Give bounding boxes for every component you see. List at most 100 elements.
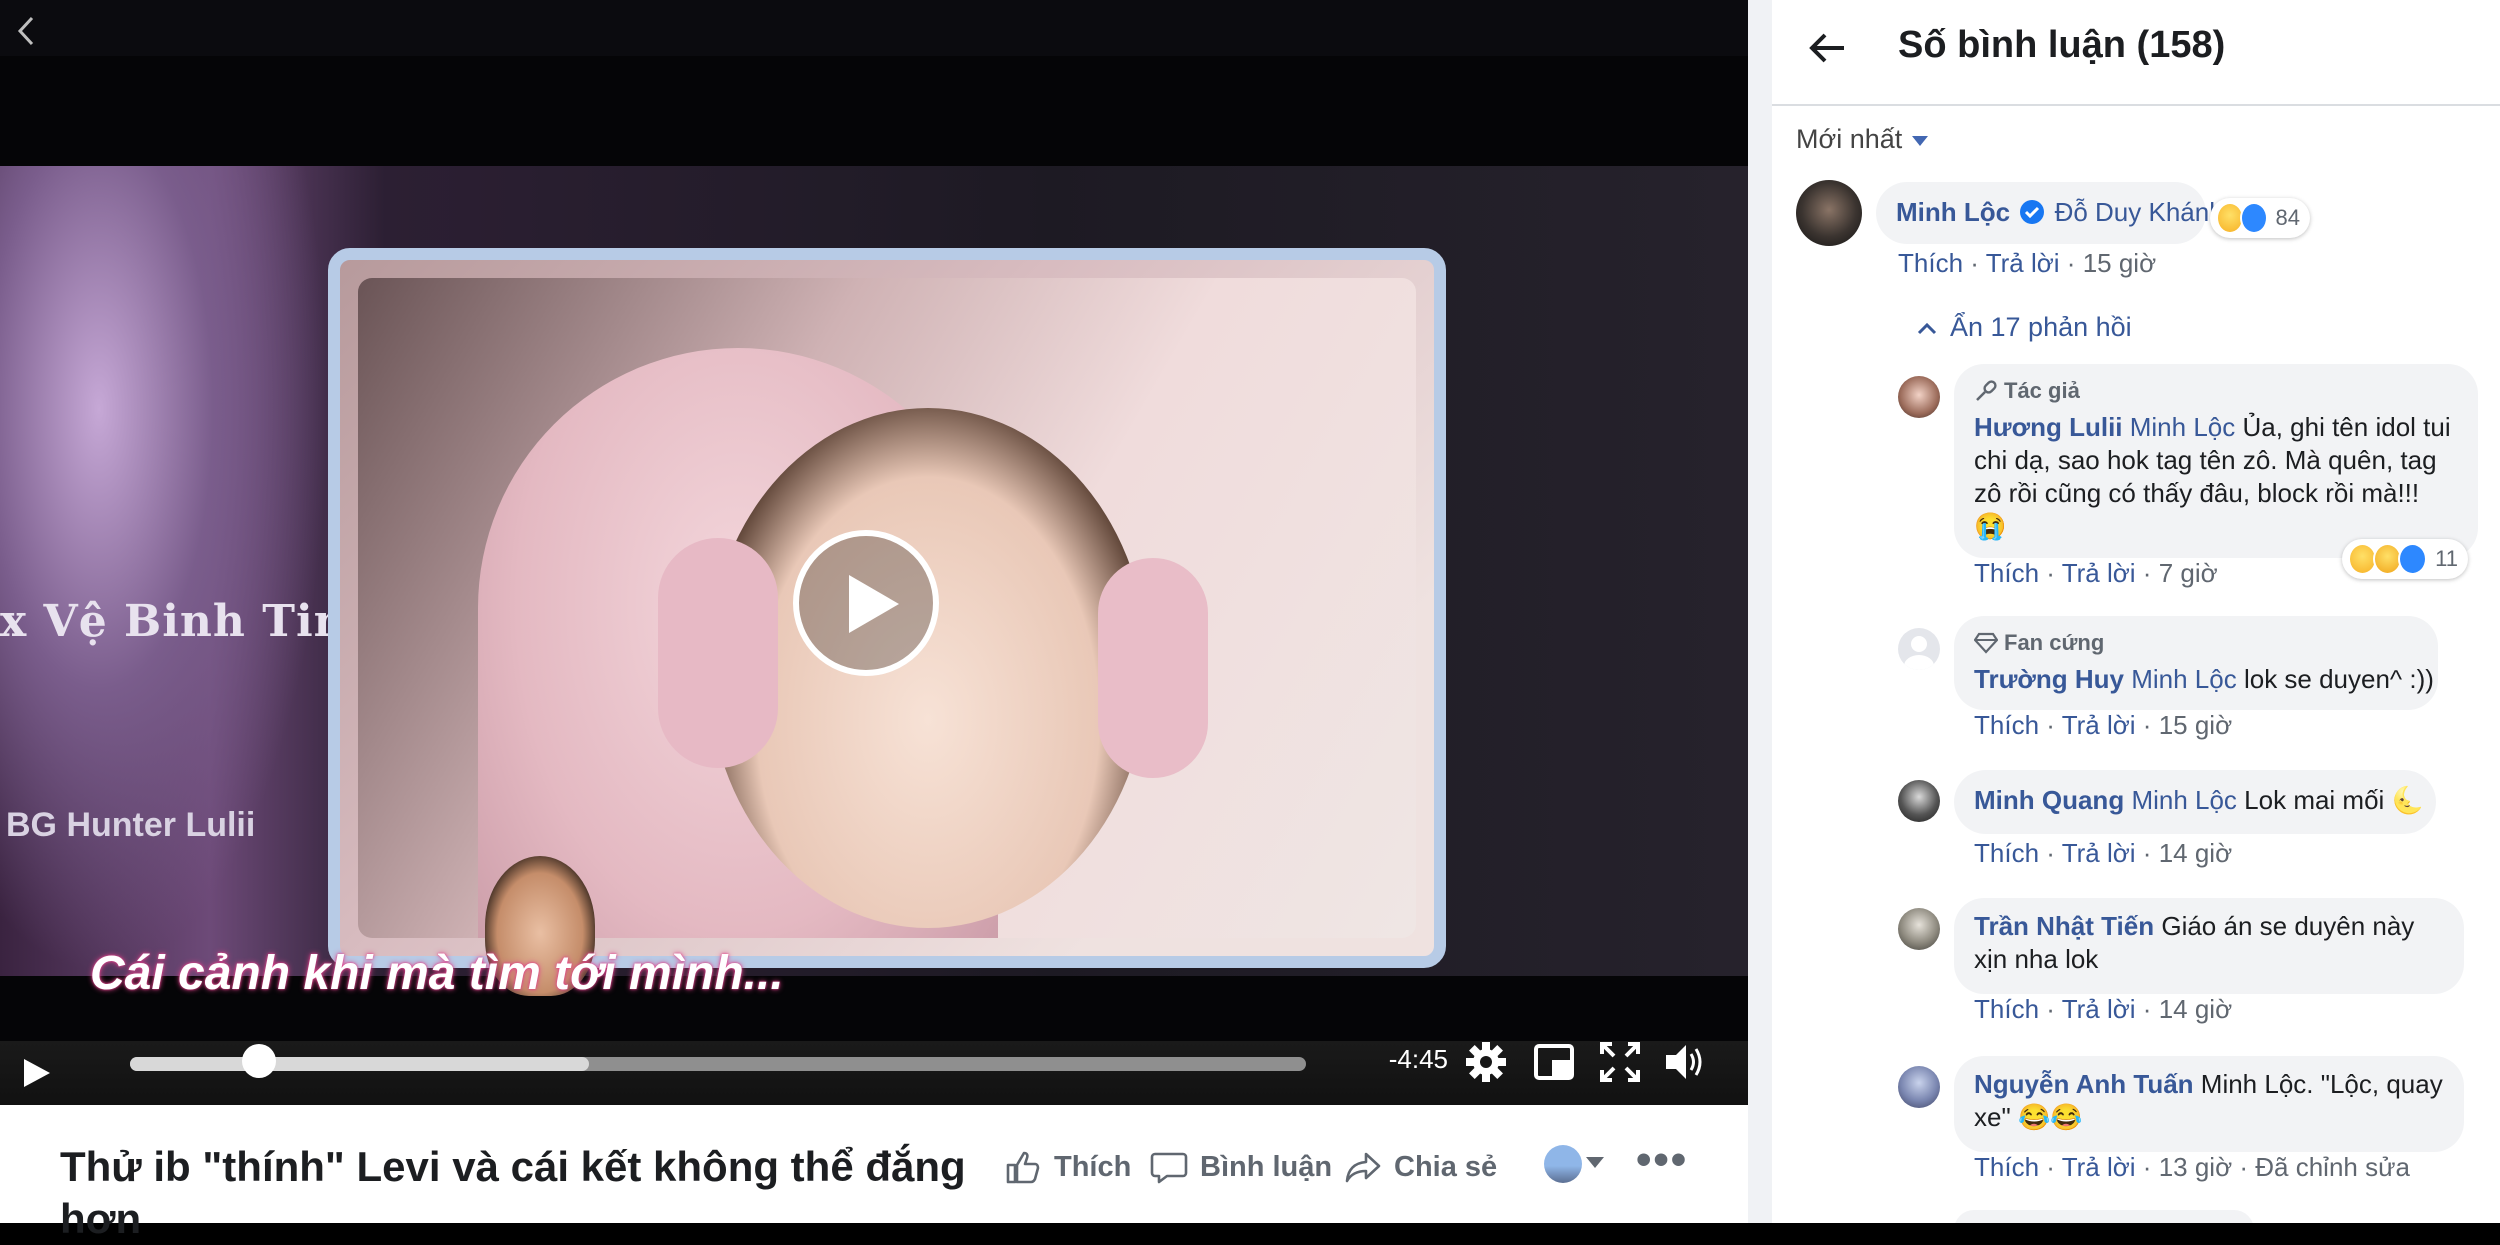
play-icon — [849, 575, 899, 633]
comment-author[interactable]: Trường Huy — [1974, 664, 2124, 694]
like-link[interactable]: Thích — [1974, 994, 2039, 1024]
video-frame[interactable]: x Vệ Binh Tinh BG Hunter Lulii Cái cảnh … — [0, 56, 1748, 1046]
like-link[interactable]: Thích — [1974, 558, 2039, 588]
progress-bar[interactable] — [130, 1057, 1306, 1071]
gear-icon[interactable] — [1464, 1040, 1508, 1084]
comment-time[interactable]: 14 giờ — [2159, 838, 2232, 868]
comment-label: Bình luận — [1200, 1150, 1333, 1183]
audience-selector-icon[interactable] — [1544, 1145, 1582, 1183]
avatar[interactable] — [1898, 780, 1940, 822]
like-label: Thích — [1054, 1150, 1132, 1183]
comment-meta: Thích · Trả lời · 15 giờ — [1974, 710, 2233, 740]
thumbs-up-icon — [1006, 1151, 1040, 1184]
badge-label: Fan cứng — [2004, 630, 2105, 655]
comment-text: lok se duyen^ :)) — [2243, 664, 2434, 694]
comment-time[interactable]: 15 giờ — [2159, 710, 2232, 740]
author-badge: Tác giả — [1974, 374, 2458, 407]
more-options-icon[interactable]: ••• — [1636, 1138, 1688, 1182]
share-icon — [1345, 1152, 1381, 1183]
post-info: Thử ib "thính" Levi và cái kết không thể… — [0, 1105, 1772, 1242]
play-icon[interactable] — [18, 1055, 54, 1091]
comment-emoji: 😂😂 — [2017, 1102, 2083, 1132]
video-topbar — [0, 0, 1748, 56]
avatar[interactable] — [1898, 376, 1940, 418]
like-link[interactable]: Thích — [1974, 838, 2039, 868]
reply-link[interactable]: Trả lời — [2062, 558, 2136, 588]
edited-label[interactable]: Đã chỉnh sửa — [2255, 1152, 2410, 1182]
comment-time[interactable]: 7 giờ — [2159, 558, 2218, 588]
sort-dropdown[interactable]: Mới nhất — [1796, 124, 1929, 155]
overlay-subtitle: Cái cảnh khi mà tìm tới mình... — [90, 947, 784, 1000]
comments-panel: Số bình luận (158) Mới nhất Minh Lộc Đỗ … — [1772, 0, 2500, 1223]
comment-bubble: Minh Lộc Đỗ Duy Khánh — [1876, 182, 2224, 244]
like-reaction-icon — [2398, 543, 2428, 575]
microphone-icon — [1976, 379, 1997, 401]
tagged-user[interactable]: Minh Lộc — [2131, 785, 2237, 815]
video-player[interactable]: x Vệ Binh Tinh BG Hunter Lulii Cái cảnh … — [0, 0, 1748, 1105]
comment-bubble: Tác giả Hương Lulii Minh Lộc Ủa, ghi tên… — [1954, 364, 2478, 558]
avatar[interactable] — [1796, 180, 1862, 246]
tagged-user[interactable]: Minh Lộc — [2131, 664, 2237, 694]
fan-badge: Fan cứng — [1974, 626, 2418, 659]
badge-label: Tác giả — [2004, 378, 2080, 403]
comment-meta: Thích · Trả lời · 13 giờ · Đã chỉnh sửa — [1974, 1152, 2410, 1182]
comment-author[interactable]: Minh Quang — [1974, 785, 2124, 815]
like-link[interactable]: Thích — [1898, 248, 1963, 278]
reply-link[interactable]: Trả lời — [2062, 1152, 2136, 1182]
comment-bubble: Trần Nhật Tiến Giáo án se duyên này xịn … — [1954, 898, 2464, 994]
avatar[interactable] — [1898, 908, 1940, 950]
share-button[interactable]: Chia sẻ — [1344, 1147, 1497, 1187]
hide-replies-link[interactable]: Ẩn 17 phản hồi — [1916, 312, 2132, 343]
chevron-down-icon[interactable] — [1586, 1157, 1604, 1168]
comment-author[interactable]: Minh Lộc — [1896, 197, 2010, 227]
pane-divider — [1748, 0, 1772, 1223]
picture-in-picture-icon[interactable] — [1532, 1040, 1576, 1084]
comment-bubble: Minh Quang Minh Lộc Lok mai mối 🌜 — [1954, 770, 2436, 834]
comment-button[interactable]: Bình luận — [1150, 1147, 1332, 1187]
hide-replies-label: Ẩn 17 phản hồi — [1950, 312, 2132, 342]
game-art — [0, 166, 330, 976]
comment-bubble-partial — [1954, 1210, 2254, 1223]
overlay-game-text-2: BG Hunter Lulii — [6, 806, 256, 844]
like-button[interactable]: Thích — [1004, 1147, 1131, 1187]
post-title: Thử ib "thính" Levi và cái kết không thể… — [60, 1143, 966, 1190]
chevron-left-icon[interactable] — [10, 14, 44, 48]
sort-label: Mới nhất — [1796, 124, 1903, 154]
avatar[interactable] — [1898, 628, 1940, 670]
comment-meta: Thích · Trả lời · 14 giờ — [1974, 994, 2233, 1024]
reaction-count: 11 — [2435, 546, 2458, 571]
progress-buffered — [130, 1057, 589, 1071]
default-user-icon — [1904, 636, 1934, 670]
comment-icon — [1150, 1152, 1188, 1184]
reply-link[interactable]: Trả lời — [2062, 994, 2136, 1024]
chevron-up-icon — [1917, 322, 1937, 334]
comment-time[interactable]: 14 giờ — [2159, 994, 2232, 1024]
reply-link[interactable]: Trả lời — [2062, 710, 2136, 740]
reaction-summary[interactable]: 84 — [2210, 198, 2310, 238]
comment-bubble: Fan cứng Trường Huy Minh Lộc lok se duye… — [1954, 616, 2438, 710]
comment-time[interactable]: 15 giờ — [2083, 248, 2156, 278]
arrow-left-icon[interactable] — [1808, 28, 1848, 68]
headphone-shape — [658, 538, 778, 768]
comment-emoji: 🌜 — [2391, 785, 2424, 815]
fullscreen-icon[interactable] — [1598, 1040, 1642, 1084]
reply-link[interactable]: Trả lời — [2062, 838, 2136, 868]
comment-text: Lok mai mối — [2244, 785, 2385, 815]
comment-meta: Thích · Trả lời · 7 giờ — [1974, 558, 2218, 588]
comment-author[interactable]: Hương Lulii — [1974, 412, 2123, 442]
share-label: Chia sẻ — [1394, 1150, 1498, 1183]
reaction-summary[interactable]: 11 — [2342, 539, 2468, 579]
tagged-user[interactable]: Minh Lộc — [2130, 412, 2236, 442]
comment-author[interactable]: Trần Nhật Tiến — [1974, 911, 2154, 941]
comment-author[interactable]: Nguyễn Anh Tuấn — [1974, 1069, 2194, 1099]
volume-icon[interactable] — [1664, 1040, 1708, 1084]
like-link[interactable]: Thích — [1974, 710, 2039, 740]
comment-meta: Thích · Trả lời · 15 giờ — [1898, 248, 2157, 278]
avatar[interactable] — [1898, 1066, 1940, 1108]
tagged-user[interactable]: Đỗ Duy Khánh — [2055, 197, 2224, 227]
play-overlay-button[interactable] — [793, 530, 939, 676]
overlay-game-text: x Vệ Binh Tinh — [0, 596, 380, 647]
comment-time[interactable]: 13 giờ — [2159, 1152, 2232, 1182]
like-link[interactable]: Thích — [1974, 1152, 2039, 1182]
reply-link[interactable]: Trả lời — [1986, 248, 2060, 278]
